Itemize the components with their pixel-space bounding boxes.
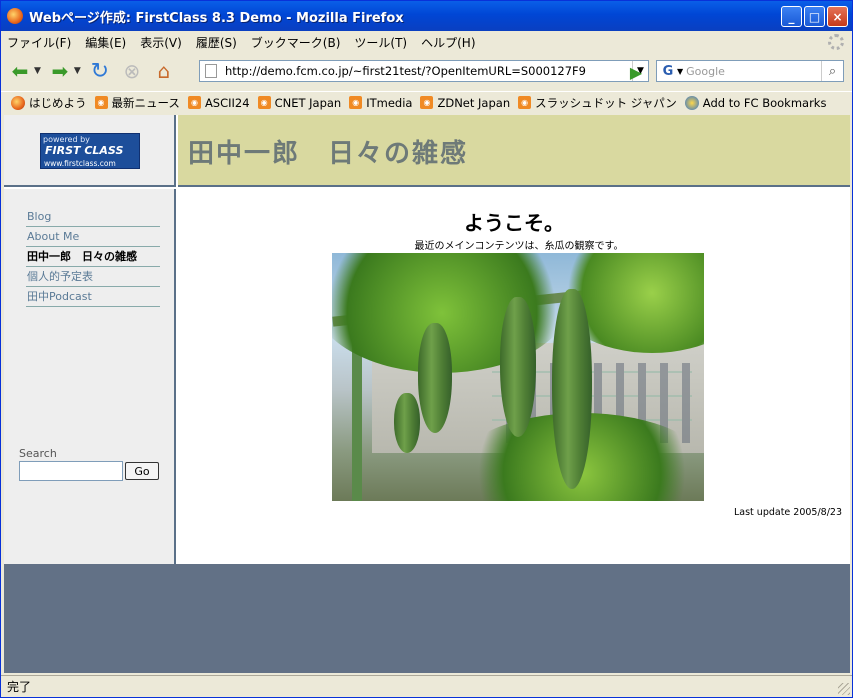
search-input[interactable]: Google (686, 65, 821, 78)
site-search-go-button[interactable]: Go (125, 462, 159, 480)
main-area: ようこそ。 最近のメインコンテンツは、糸瓜の観察です。 Last update … (178, 189, 850, 564)
rss-icon: ◉ (187, 96, 201, 109)
welcome-subtitle: 最近のメインコンテンツは、糸瓜の観察です。 (414, 241, 624, 252)
title-bar[interactable]: Webページ作成: FirstClass 8.3 Demo - Mozilla … (1, 1, 852, 31)
bookmark-ascii24[interactable]: ◉ ASCII24 (187, 95, 250, 110)
google-icon[interactable]: G (659, 62, 677, 80)
menu-tools[interactable]: ツール(T) (354, 34, 407, 51)
bookmark-label: ASCII24 (204, 95, 250, 110)
bookmark-cnet[interactable]: ◉ CNET Japan (257, 95, 342, 110)
menu-history[interactable]: 履歴(S) (196, 34, 237, 51)
sidebar-item-about-me[interactable]: About Me (26, 227, 160, 247)
menu-help[interactable]: ヘルプ(H) (421, 34, 475, 51)
sidebar-item-schedule[interactable]: 個人的予定表 (26, 267, 160, 287)
bookmarks-toolbar: はじめよう ◉ 最新ニュース ◉ ASCII24 ◉ CNET Japan ◉ ITme… (1, 91, 852, 113)
menu-bookmarks[interactable]: ブックマーク(B) (251, 34, 341, 51)
site-search-input[interactable] (19, 461, 123, 481)
firefox-icon (7, 8, 23, 24)
magnifier-icon[interactable]: ⌕ (821, 61, 843, 81)
menu-edit[interactable]: 編集(E) (85, 34, 126, 51)
status-bar: 完了 (1, 675, 852, 697)
rss-icon: ◉ (420, 96, 434, 109)
bookmark-latest-news[interactable]: ◉ 最新ニュース (94, 95, 180, 111)
header-band: 田中一郎 日々の雑感 (178, 115, 850, 187)
page-icon (205, 64, 217, 78)
minimize-button[interactable]: _ (781, 6, 802, 27)
welcome-heading: ようこそ。 (464, 211, 564, 235)
window-controls: _ □ × (781, 6, 848, 27)
rss-icon: ◉ (518, 96, 532, 109)
forward-dropdown-icon[interactable]: ▼ (74, 66, 81, 76)
rss-icon: ◉ (257, 96, 271, 109)
maximize-button[interactable]: □ (804, 6, 825, 27)
menu-file[interactable]: ファイル(F) (7, 34, 71, 51)
resize-grip[interactable] (838, 683, 850, 695)
rss-icon: ◉ (349, 96, 363, 109)
sidebar-item-blog[interactable]: Blog (26, 207, 160, 227)
loofah-photo (332, 253, 704, 501)
reload-button[interactable]: ↻ (87, 58, 113, 84)
search-label: Search (19, 447, 57, 460)
go-icon[interactable]: ▶ (626, 62, 646, 82)
forward-button[interactable]: ➡ (47, 58, 73, 84)
logo-area: powered by FIRST CLASS www.firstclass.co… (4, 115, 176, 187)
logo-powered-by: powered by (43, 135, 90, 144)
firstclass-logo[interactable]: powered by FIRST CLASS www.firstclass.co… (40, 133, 140, 169)
back-dropdown-icon[interactable]: ▼ (34, 66, 41, 76)
back-button[interactable]: ⬅ (7, 58, 33, 84)
bookmark-label: はじめよう (29, 95, 87, 110)
search-bar[interactable]: G ▼ Google ⌕ (656, 60, 844, 82)
stop-button[interactable]: ⊗ (119, 58, 145, 84)
footer-band (4, 564, 850, 673)
status-text: 完了 (7, 680, 32, 694)
menu-bar: ファイル(F) 編集(E) 表示(V) 履歴(S) ブックマーク(B) ツール(… (1, 31, 852, 53)
throbber-icon (828, 34, 844, 50)
bookmark-label: スラッシュドット ジャパン (535, 95, 677, 110)
sidebar: Blog About Me 田中一郎 日々の雑感 個人的予定表 田中Podcas… (4, 189, 176, 564)
bookmark-add-fc[interactable]: Add to FC Bookmarks (684, 95, 827, 110)
window-title: Webページ作成: FirstClass 8.3 Demo - Mozilla … (29, 10, 404, 26)
page-content: powered by FIRST CLASS www.firstclass.co… (4, 115, 850, 673)
fc-gear-icon (684, 95, 699, 110)
browser-window: Webページ作成: FirstClass 8.3 Demo - Mozilla … (0, 0, 853, 698)
sidebar-nav: Blog About Me 田中一郎 日々の雑感 個人的予定表 田中Podcas… (26, 207, 160, 307)
bookmark-getting-started[interactable]: はじめよう (11, 95, 87, 111)
bookmark-itmedia[interactable]: ◉ ITmedia (349, 96, 412, 110)
logo-brand: FIRST CLASS (45, 144, 124, 157)
photo-gourd (394, 393, 420, 453)
last-update: Last update 2005/8/23 (733, 507, 842, 518)
bookmark-slashdot[interactable]: ◉ スラッシュドット ジャパン (518, 95, 677, 111)
photo-gourd (552, 289, 592, 489)
home-button[interactable]: ⌂ (151, 58, 177, 84)
sidebar-item-home[interactable]: 田中一郎 日々の雑感 (26, 247, 160, 267)
photo-gourd (500, 297, 536, 437)
rss-icon: ◉ (94, 96, 108, 109)
site-title: 田中一郎 日々の雑感 (188, 139, 469, 169)
navigation-toolbar: ⬅ ▼ ➡ ▼ ↻ ⊗ ⌂ http://demo.fcm.co.jp/~fir… (1, 54, 852, 88)
engine-dropdown-icon[interactable]: ▼ (677, 67, 683, 76)
bookmark-label: ZDNet Japan (437, 95, 511, 110)
url-bar[interactable]: http://demo.fcm.co.jp/~first21test/?Open… (199, 60, 649, 82)
url-input[interactable]: http://demo.fcm.co.jp/~first21test/?Open… (225, 64, 632, 78)
bookmark-zdnet[interactable]: ◉ ZDNet Japan (420, 96, 510, 110)
menu-view[interactable]: 表示(V) (140, 34, 182, 51)
firefox-icon (11, 95, 25, 110)
bookmark-label: 最新ニュース (111, 95, 180, 110)
logo-url: www.firstclass.com (44, 159, 116, 168)
sidebar-item-podcast[interactable]: 田中Podcast (26, 287, 160, 307)
close-button[interactable]: × (827, 6, 848, 27)
bookmark-label: ITmedia (366, 95, 413, 110)
bookmark-label: Add to FC Bookmarks (702, 95, 827, 110)
photo-gourd (418, 323, 452, 433)
bookmark-label: CNET Japan (274, 95, 342, 110)
